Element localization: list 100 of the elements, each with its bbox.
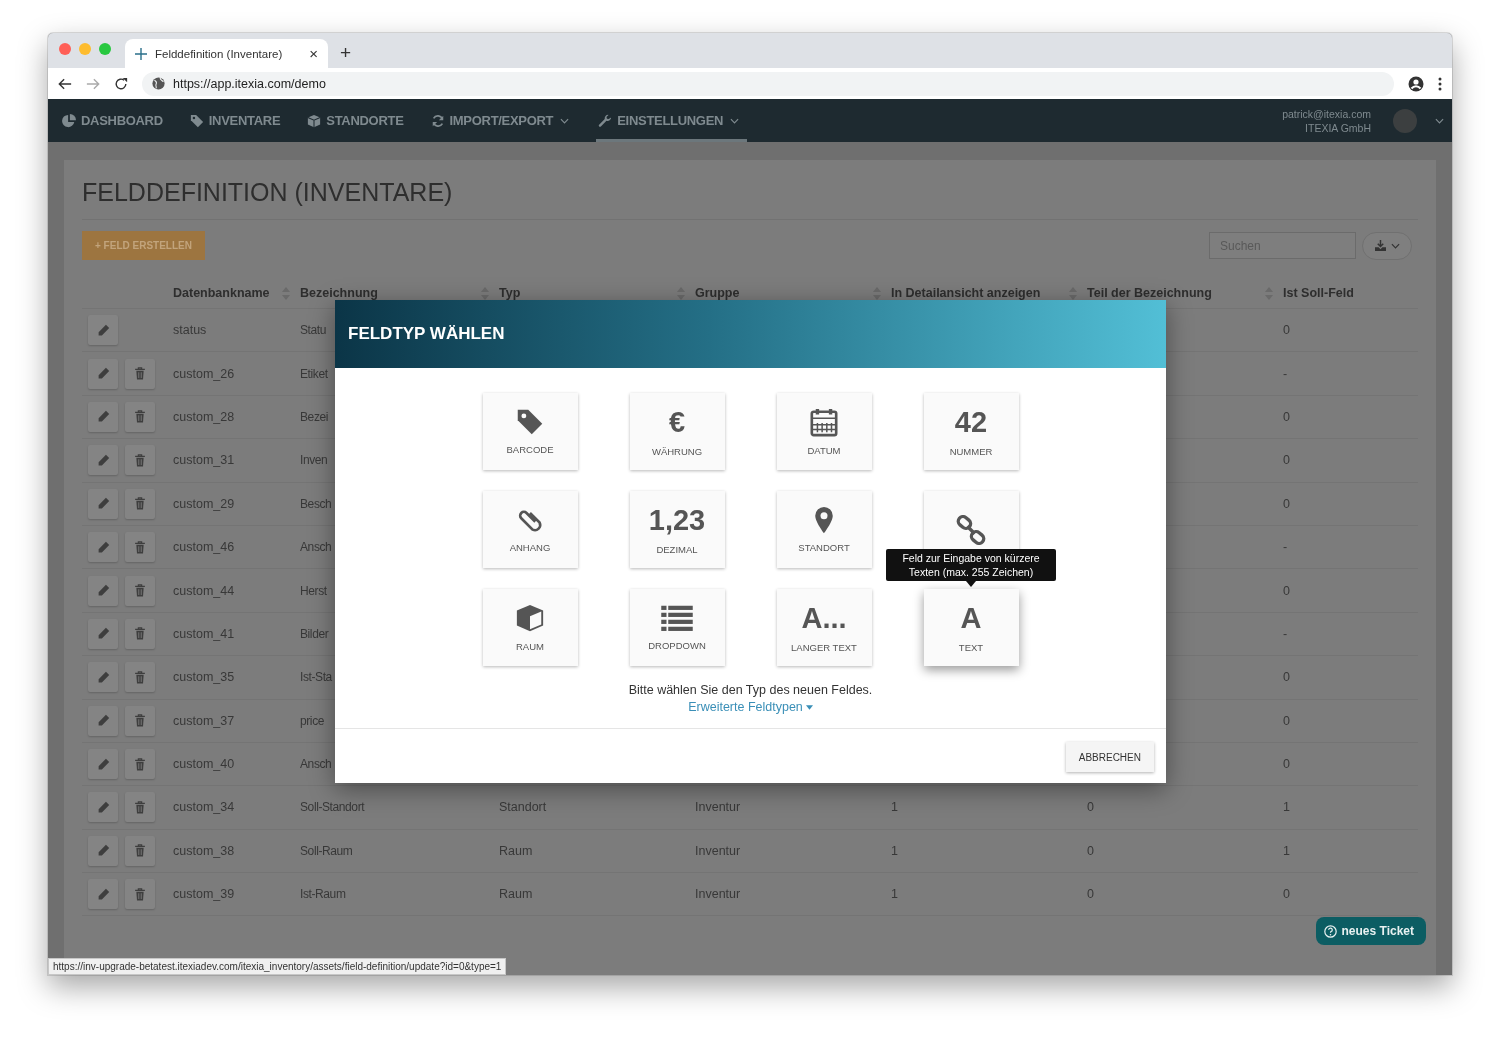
table-cell: custom_38: [173, 843, 235, 858]
edit-button[interactable]: [88, 488, 118, 519]
close-window-button[interactable]: [59, 43, 71, 55]
wrench-icon: [598, 113, 613, 128]
field-type-tile[interactable]: RAUM: [482, 589, 578, 666]
new-tab-button[interactable]: +: [340, 42, 352, 64]
table-cell: custom_29: [173, 496, 235, 511]
delete-button[interactable]: [125, 488, 155, 519]
edit-button[interactable]: [88, 835, 118, 866]
tab-close-button[interactable]: ×: [309, 45, 318, 62]
edit-button[interactable]: [88, 401, 118, 432]
back-button[interactable]: [58, 76, 72, 91]
delete-button[interactable]: [125, 705, 155, 736]
nav-item[interactable]: INVENTARE: [189, 99, 294, 142]
table-cell: 0: [1283, 757, 1290, 772]
zoom-window-button[interactable]: [99, 43, 111, 55]
dialog-title: FELDTYP WÄHLEN: [348, 324, 505, 344]
edit-button[interactable]: [88, 618, 118, 649]
new-ticket-button[interactable]: neues Ticket: [1315, 917, 1426, 945]
edit-button[interactable]: [88, 358, 118, 389]
delete-button[interactable]: [125, 532, 155, 563]
delete-button[interactable]: [125, 401, 155, 432]
delete-button[interactable]: [125, 575, 155, 606]
edit-button[interactable]: [88, 445, 118, 476]
export-button[interactable]: [1362, 231, 1412, 260]
reload-button[interactable]: [114, 76, 128, 91]
field-type-tile[interactable]: € WÄHRUNG: [629, 393, 725, 470]
delete-button[interactable]: [125, 879, 155, 910]
table-cell: 0: [1087, 843, 1094, 858]
nav-item[interactable]: EINSTELLUNGEN: [596, 99, 748, 142]
delete-button[interactable]: [125, 445, 155, 476]
sort-icon: [1069, 286, 1077, 300]
table-cell: custom_46: [173, 540, 235, 555]
tile-symbol: 1,23: [648, 504, 706, 536]
table-cell: Ist-Sta: [300, 670, 332, 685]
nav-item[interactable]: DASHBOARD: [62, 99, 176, 142]
edit-button[interactable]: [88, 315, 118, 346]
edit-button[interactable]: [88, 879, 118, 910]
field-type-tile[interactable]: A TEXT: [923, 589, 1019, 666]
account-icon[interactable]: [1408, 75, 1424, 92]
table-cell: price: [300, 713, 324, 728]
sort-icon: [481, 286, 489, 300]
field-type-tile[interactable]: 1,23 DEZIMAL: [629, 491, 725, 568]
browser-tab[interactable]: Felddefinition (Inventare) ×: [125, 39, 328, 68]
advanced-types-link[interactable]: Erweiterte Feldtypen: [688, 700, 813, 714]
dialog-hint: Bitte wählen Sie den Typ des neuen Feldes.: [627, 683, 874, 697]
field-type-tile[interactable]: STANDORT: [776, 491, 872, 568]
table-cell: 0: [1087, 887, 1094, 902]
delete-button[interactable]: [125, 835, 155, 866]
delete-button[interactable]: [125, 749, 155, 780]
table-cell: custom_37: [173, 713, 235, 728]
sort-icon: [677, 286, 685, 300]
field-type-tile[interactable]: ANHANG: [482, 491, 578, 568]
pencil-icon: [96, 367, 110, 381]
back-arrow-icon: [58, 76, 72, 91]
globe-icon: [152, 77, 165, 90]
chevron-down-icon: [730, 117, 740, 124]
tile-symbol: €: [668, 406, 686, 438]
edit-button[interactable]: [88, 532, 118, 563]
table-cell: Statu: [300, 323, 327, 338]
field-type-tile[interactable]: DROPDOWN: [629, 589, 725, 666]
delete-button[interactable]: [125, 792, 155, 823]
nav-item[interactable]: IMPORT/EXPORT: [430, 99, 583, 142]
page-title: FELDDEFINITION (INVENTARE): [82, 174, 1418, 220]
pencil-icon: [96, 323, 110, 337]
trash-icon: [134, 757, 146, 771]
edit-button[interactable]: [88, 662, 118, 693]
edit-button[interactable]: [88, 749, 118, 780]
delete-button[interactable]: [125, 618, 155, 649]
table-cell: -: [1283, 626, 1288, 641]
table-cell: custom_34: [173, 800, 235, 815]
more-menu-icon[interactable]: [1438, 76, 1442, 91]
field-type-tile[interactable]: BARCODE: [482, 393, 578, 470]
field-type-tile[interactable]: 42 NUMMER: [923, 393, 1019, 470]
tile-symbol: A...: [801, 602, 847, 634]
edit-button[interactable]: [88, 705, 118, 736]
cancel-button[interactable]: ABBRECHEN: [1065, 742, 1154, 772]
table-cell: Inventur: [695, 800, 741, 815]
table-cell: Raum: [499, 887, 533, 902]
pencil-icon: [96, 584, 110, 598]
trash-icon: [134, 453, 146, 467]
download-icon: [1374, 240, 1386, 251]
table-cell: 0: [1283, 670, 1290, 685]
trash-icon: [134, 714, 146, 728]
address-bar[interactable]: https://app.itexia.com/demo: [142, 71, 1394, 96]
edit-button[interactable]: [88, 792, 118, 823]
delete-button[interactable]: [125, 662, 155, 693]
table-cell: status: [173, 323, 207, 338]
field-type-tile[interactable]: DATUM: [776, 393, 872, 470]
table-cell: 0: [1087, 800, 1094, 815]
pencil-icon: [96, 801, 110, 814]
nav-item[interactable]: STANDORTE: [307, 99, 417, 142]
table-cell: Standort: [499, 800, 547, 815]
help-circle-icon: [1323, 924, 1337, 938]
edit-button[interactable]: [88, 575, 118, 606]
field-type-tile[interactable]: A... LANGER TEXT: [776, 589, 872, 666]
trash-icon: [134, 627, 146, 641]
trash-icon: [134, 887, 146, 901]
forward-button[interactable]: [86, 76, 100, 91]
delete-button[interactable]: [125, 358, 155, 389]
